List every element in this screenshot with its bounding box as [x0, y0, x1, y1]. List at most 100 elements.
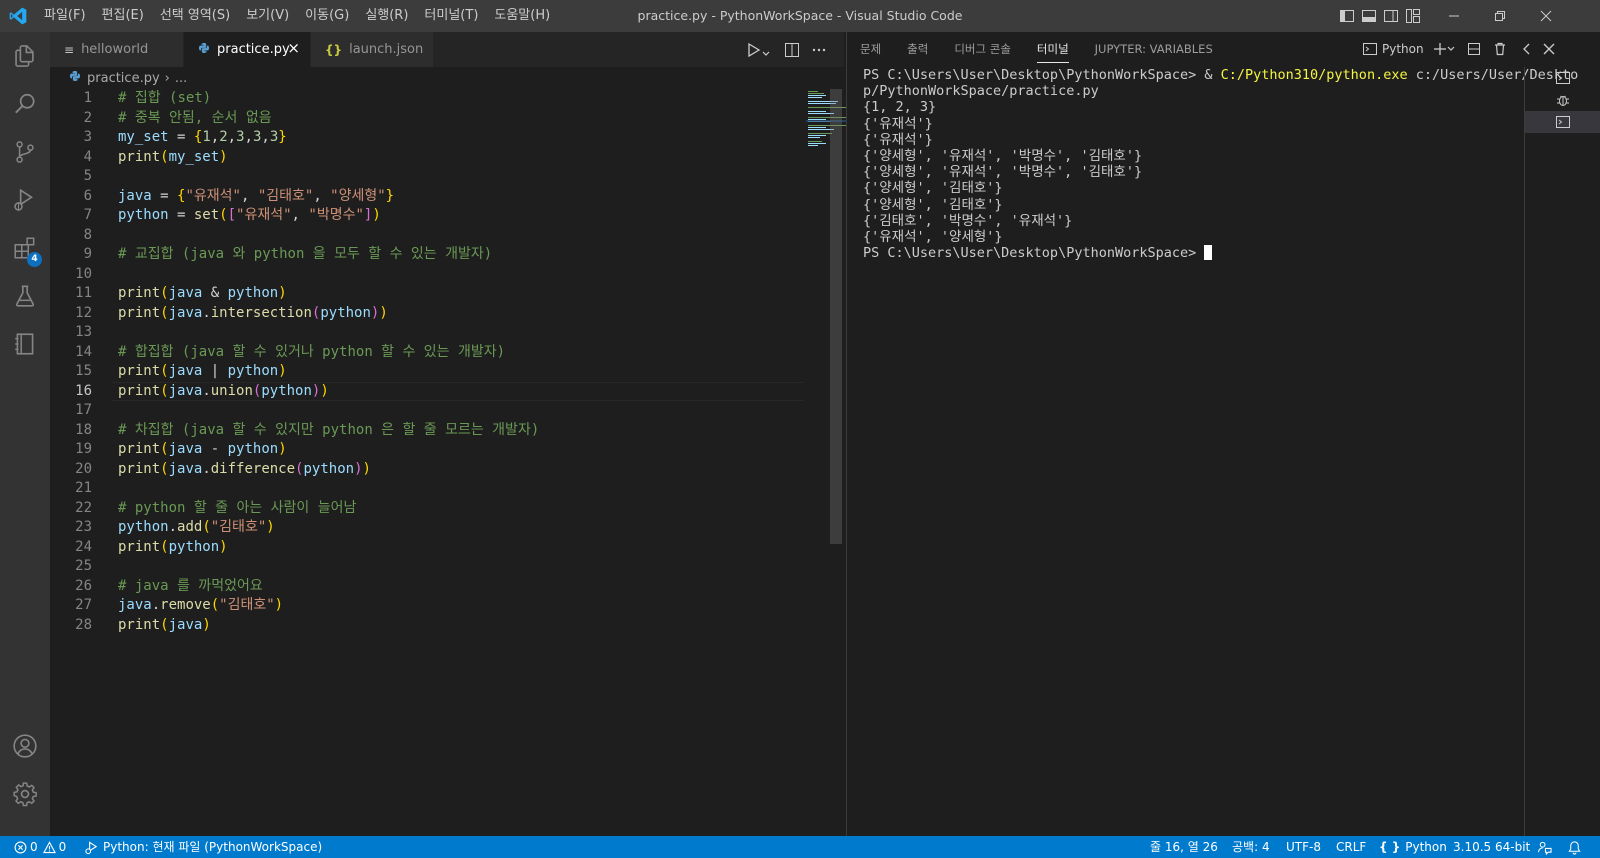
settings-gear-icon[interactable]: [0, 770, 50, 818]
line-number: 7: [83, 207, 92, 223]
code-line: 28 print(java): [50, 616, 830, 636]
code-editor[interactable]: 1 # 집합 (set) 2 # 중복 안됨, 순서 없음 3 my_set = {1…: [50, 89, 830, 635]
code-line: 2 # 중복 안됨, 순서 없음: [50, 109, 830, 129]
tab-launch-json[interactable]: {} launch.json: [311, 32, 434, 67]
cursor-position-status[interactable]: 줄 16, 열 26: [1150, 836, 1218, 858]
chevron-down-icon[interactable]: [761, 45, 771, 63]
menu-edit[interactable]: 편집(E): [94, 0, 152, 32]
terminal-cursor: [1204, 245, 1213, 261]
breadcrumb-file[interactable]: practice.py: [87, 71, 160, 86]
more-actions-icon[interactable]: [810, 41, 828, 59]
trash-icon[interactable]: [1492, 41, 1508, 57]
tab-helloworld[interactable]: ≡ helloworld: [50, 32, 184, 67]
line-number: 6: [83, 187, 92, 204]
line-number: 28: [75, 616, 92, 633]
code-line-current: 16 print(java.union(python)): [50, 381, 830, 402]
split-terminal-icon[interactable]: [1466, 41, 1482, 57]
debug-run-icon: [85, 840, 98, 854]
close-panel-icon[interactable]: [1541, 41, 1557, 57]
braces-icon: { }: [1379, 840, 1401, 854]
tab-debug-console[interactable]: 디버그 콘솔: [941, 32, 1024, 67]
line-number: 27: [75, 597, 92, 613]
search-icon[interactable]: [0, 80, 50, 128]
tab-jupyter-variables[interactable]: JUPYTER: VARIABLES: [1082, 32, 1226, 67]
python-interpreter-status[interactable]: 3.10.5 64-bit: [1453, 836, 1530, 858]
minimize-button[interactable]: [1431, 0, 1477, 32]
tab-terminal[interactable]: 터미널: [1024, 32, 1082, 67]
terminal-profile-button[interactable]: Python: [1362, 40, 1424, 58]
tab-practice-py[interactable]: practice.py ×: [184, 32, 311, 67]
terminal-instance-python[interactable]: [1525, 111, 1600, 133]
menu-selection[interactable]: 선택 영역(S): [152, 0, 238, 32]
code-line: 13: [50, 323, 830, 343]
menu-view[interactable]: 보기(V): [238, 0, 297, 32]
chevron-down-icon[interactable]: [1446, 44, 1456, 54]
python-file-icon: [69, 70, 81, 86]
code-line: 6 java = {"유재석", "김태호", "양세형"}: [50, 187, 830, 207]
code-comment: # java 를 까먹었어요: [118, 577, 263, 594]
line-number: 22: [75, 499, 92, 516]
window-title: practice.py - PythonWorkSpace - Visual S…: [637, 8, 963, 23]
encoding-status[interactable]: UTF-8: [1286, 836, 1321, 858]
menu-file[interactable]: 파일(F): [36, 0, 94, 32]
feedback-icon[interactable]: [1537, 836, 1552, 858]
editor-tabs: ≡ helloworld practice.py × {} launch.jso…: [50, 32, 844, 67]
problems-status[interactable]: 0 0: [14, 836, 66, 858]
menu-terminal[interactable]: 터미널(T): [416, 0, 486, 32]
close-window-button[interactable]: [1523, 0, 1569, 32]
code-line: 18 # 차집합 (java 할 수 있지만 python 은 할 줄 모르는 개…: [50, 421, 830, 441]
testing-icon[interactable]: [0, 272, 50, 320]
vertical-scrollbar[interactable]: [828, 89, 842, 836]
terminal-instance-debug[interactable]: [1525, 89, 1600, 111]
close-tab-icon[interactable]: ×: [287, 41, 300, 56]
line-number: 5: [83, 168, 92, 184]
terminal-icon: [1556, 116, 1570, 128]
status-bar: 0 0 Python: 현재 파일 (PythonWorkSpace) 줄 16…: [0, 836, 1600, 858]
warning-count: 0: [58, 840, 67, 854]
error-count: 0: [30, 840, 38, 854]
scrollbar-thumb[interactable]: [830, 89, 842, 544]
source-control-icon[interactable]: [0, 128, 50, 176]
eol-status[interactable]: CRLF: [1336, 836, 1366, 858]
toggle-primary-sidebar-icon[interactable]: [1339, 8, 1355, 24]
terminal-output[interactable]: PS C:\Users\User\Desktop\PythonWorkSpace…: [863, 67, 1578, 261]
chevron-left-icon[interactable]: [1519, 41, 1535, 57]
customize-layout-icon[interactable]: [1405, 8, 1421, 24]
tab-output[interactable]: 출력: [894, 32, 941, 67]
restore-button[interactable]: [1477, 0, 1523, 32]
run-python-file-icon[interactable]: [744, 41, 762, 59]
language-mode-status[interactable]: { } Python: [1379, 836, 1447, 858]
code-line: 14 # 합집합 (java 할 수 있거나 python 할 수 있는 개발자): [50, 343, 830, 363]
toggle-panel-icon[interactable]: [1361, 8, 1377, 24]
menu-help[interactable]: 도움말(H): [486, 0, 558, 32]
line-number: 10: [75, 265, 92, 282]
terminal-instance-powershell[interactable]: [1525, 67, 1600, 89]
extensions-icon[interactable]: 4: [0, 224, 50, 272]
code-line: 25: [50, 557, 830, 577]
notebook-icon[interactable]: [0, 320, 50, 368]
tab-problems[interactable]: 문제: [847, 32, 894, 67]
line-number: 23: [75, 519, 92, 535]
explorer-icon[interactable]: [0, 32, 50, 80]
line-number: 9: [83, 246, 92, 262]
line-number: 17: [75, 402, 92, 418]
terminal-line: {'김태호', '박명수', '유재석'}: [863, 212, 1073, 229]
tab-label: practice.py: [217, 42, 290, 57]
line-number: 21: [75, 480, 92, 496]
toggle-secondary-sidebar-icon[interactable]: [1383, 8, 1399, 24]
terminal-profile-label: Python: [1382, 42, 1424, 56]
breadcrumb-symbols[interactable]: ...: [175, 71, 187, 86]
menu-run[interactable]: 실행(R): [357, 0, 416, 32]
debug-config-status[interactable]: Python: 현재 파일 (PythonWorkSpace): [84, 836, 322, 858]
notifications-bell-icon[interactable]: [1567, 836, 1582, 858]
split-editor-icon[interactable]: [783, 41, 801, 59]
json-file-icon: {}: [325, 42, 343, 57]
list-file-icon: ≡: [64, 42, 75, 57]
run-debug-icon[interactable]: [0, 176, 50, 224]
code-line: 3 my_set = {1,2,3,3,3}: [50, 128, 830, 148]
accounts-icon[interactable]: [0, 722, 50, 770]
indentation-status[interactable]: 공백: 4: [1232, 836, 1270, 858]
code-line: 5: [50, 167, 830, 187]
menu-go[interactable]: 이동(G): [297, 0, 357, 32]
line-number: 4: [83, 148, 92, 165]
